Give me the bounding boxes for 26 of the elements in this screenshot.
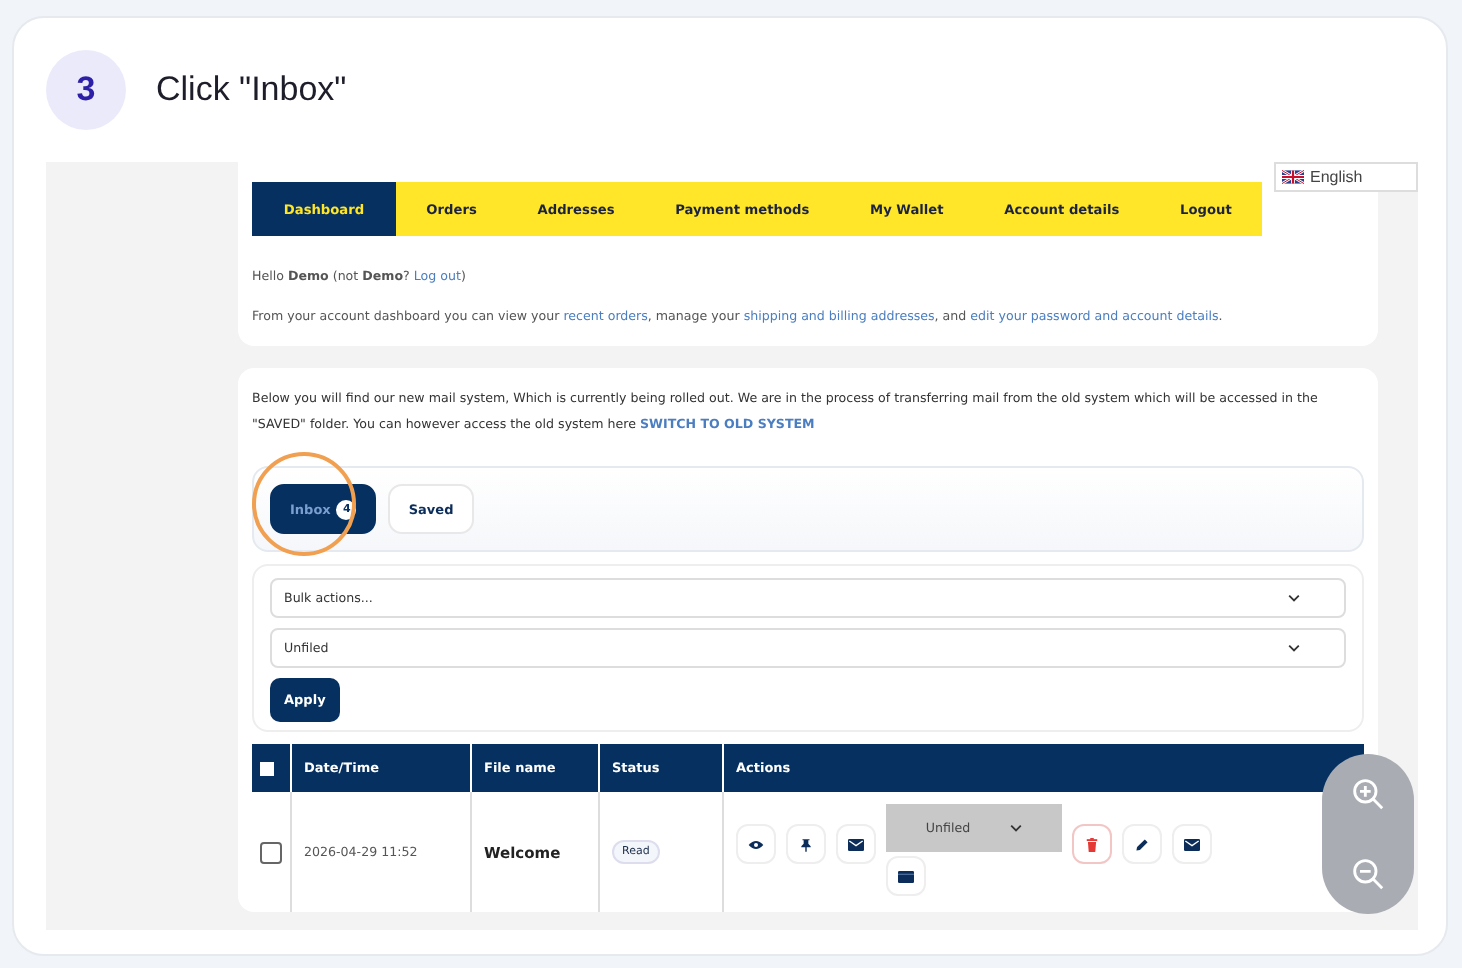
inbox-tray-icon: [898, 869, 914, 883]
envelope-icon: [848, 837, 864, 851]
move-button[interactable]: [886, 856, 926, 896]
view-button[interactable]: [736, 824, 776, 864]
zoom-in-icon: [1352, 778, 1384, 810]
trash-icon: [1084, 837, 1100, 851]
chevron-icon: [1288, 644, 1300, 652]
envelope-icon: [1184, 837, 1200, 851]
chevron-icon: [1010, 824, 1023, 832]
language-selector[interactable]: English: [1274, 162, 1418, 192]
pencil-icon: [1134, 837, 1150, 851]
zoom-out-icon: [1352, 858, 1384, 890]
row-checkbox[interactable]: [260, 841, 282, 863]
step-number: 3: [46, 50, 126, 130]
eye-icon: [748, 837, 764, 851]
delete-button[interactable]: [1072, 824, 1112, 864]
chevron-icon: [1288, 594, 1300, 602]
step-instruction: Click "Inbox": [156, 70, 347, 110]
highlight-ring: [252, 452, 356, 556]
select-all-checkbox[interactable]: [260, 761, 274, 775]
email-button[interactable]: [836, 824, 876, 864]
email-button[interactable]: [1172, 824, 1212, 864]
flag-icon: [1282, 170, 1304, 184]
pin-icon: [798, 837, 814, 851]
pin-button[interactable]: [786, 824, 826, 864]
edit-button[interactable]: [1122, 824, 1162, 864]
